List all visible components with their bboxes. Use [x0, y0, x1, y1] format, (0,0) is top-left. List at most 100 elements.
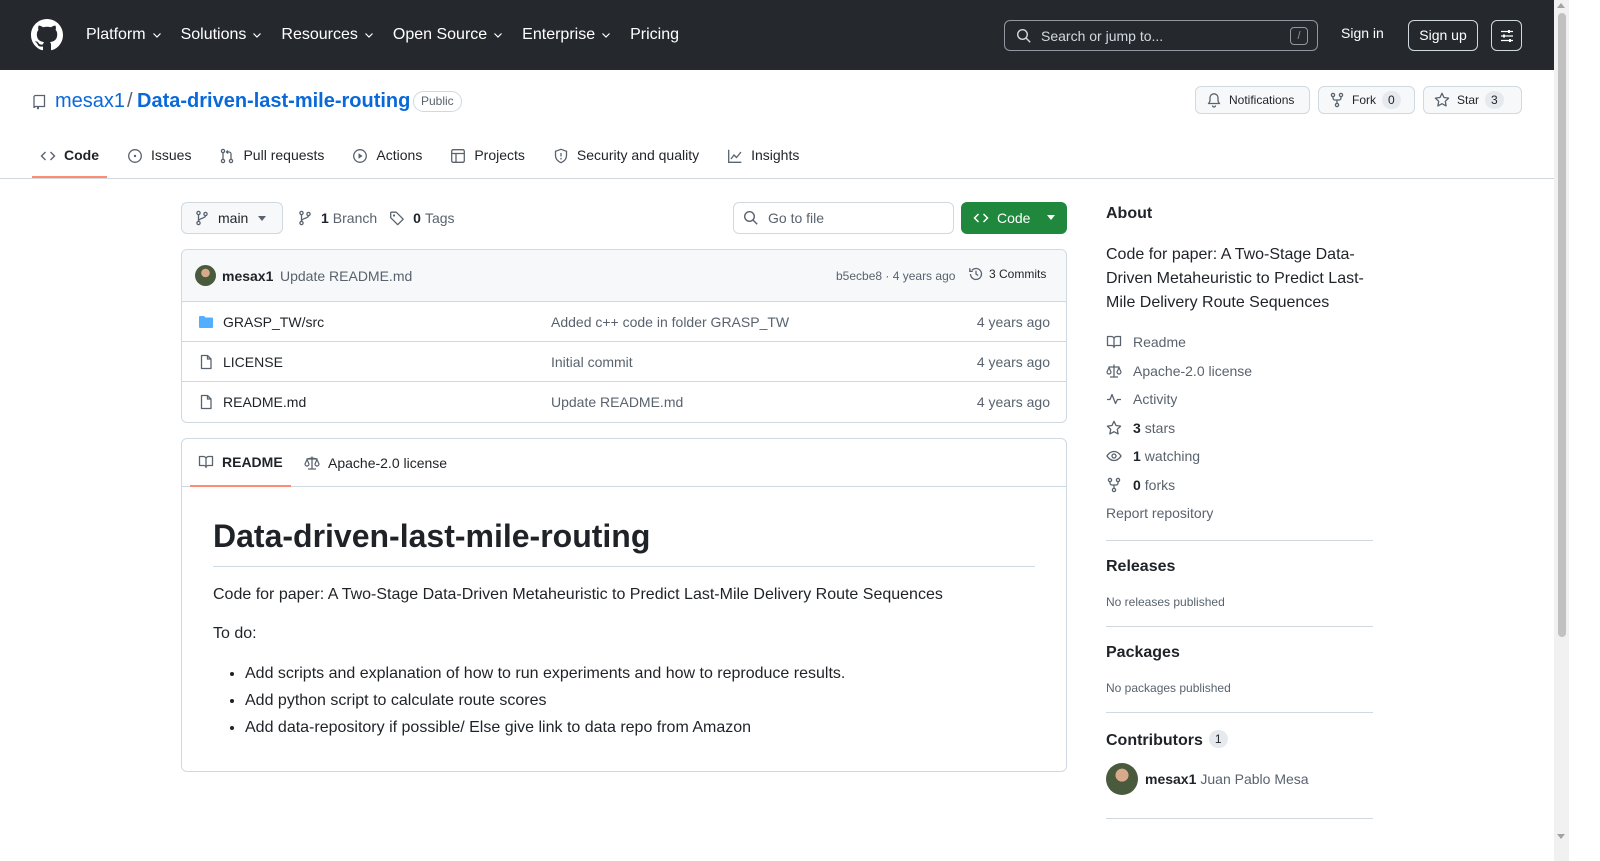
branches-link[interactable]: 1 Branch — [313, 210, 377, 226]
tags-link[interactable]: 0 Tags — [389, 210, 455, 226]
github-logo-icon[interactable] — [31, 19, 63, 51]
contributors-section: Contributors 1 mesax1 Juan Pablo Mesa — [1106, 711, 1373, 795]
nav-solutions[interactable]: Solutions — [181, 26, 264, 44]
scroll-down-arrow-icon[interactable] — [1557, 834, 1565, 839]
tab-code-label: Code — [64, 147, 99, 163]
caret-down-icon — [258, 216, 266, 221]
nav-resources[interactable]: Resources — [281, 26, 374, 44]
notifications-button[interactable]: Notifications — [1195, 86, 1310, 114]
nav-open-source-label: Open Source — [392, 26, 488, 43]
scroll-up-arrow-icon[interactable] — [1557, 3, 1565, 8]
commits-link[interactable]: 3 Commits — [968, 266, 1046, 282]
tab-license-label: Apache-2.0 license — [328, 455, 448, 471]
contributor-item[interactable]: mesax1 Juan Pablo Mesa — [1106, 762, 1373, 795]
about-description: Code for paper: A Two-Stage Data-Driven … — [1106, 246, 1364, 311]
menu-button[interactable] — [1491, 20, 1522, 51]
issue-icon — [128, 149, 142, 163]
readme-link[interactable]: Readme — [1106, 328, 1373, 357]
packages-empty: No packages published — [1106, 680, 1231, 695]
global-header: Platform Solutions Resources Open Source… — [0, 0, 1554, 70]
sidebar-divider — [1106, 817, 1373, 819]
scrollbar-thumb[interactable] — [1558, 13, 1566, 637]
file-name[interactable]: README.md — [223, 394, 306, 410]
code-dropdown-button[interactable]: Code — [961, 202, 1067, 234]
tab-pull-requests[interactable]: Pull requests — [211, 140, 332, 178]
nav-enterprise[interactable]: Enterprise — [522, 26, 612, 44]
tab-actions[interactable]: Actions — [344, 140, 430, 178]
avatar[interactable] — [195, 265, 216, 286]
contributors-title: Contributors — [1106, 731, 1203, 749]
eye-icon — [1106, 451, 1122, 462]
search-input[interactable]: Search or jump to... / — [1004, 20, 1318, 51]
releases-title[interactable]: Releases — [1106, 558, 1373, 576]
bell-icon — [1207, 93, 1221, 108]
table-row[interactable]: README.md Update README.md 4 years ago — [182, 382, 1066, 422]
list-item: Add scripts and explanation of how to ru… — [245, 660, 1035, 687]
file-name[interactable]: LICENSE — [223, 354, 283, 370]
branches-label: Branch — [332, 210, 378, 226]
stars-count: 3 — [1133, 419, 1141, 436]
go-to-file-input[interactable]: Go to file — [733, 202, 954, 234]
graph-icon — [728, 149, 742, 163]
file-commit-message[interactable]: Update README.md — [551, 394, 683, 410]
stars-label: stars — [1144, 419, 1176, 436]
star-button[interactable]: Star 3 — [1423, 86, 1522, 114]
branch-select[interactable]: main — [181, 202, 283, 234]
stars-link[interactable]: 3 stars — [1106, 414, 1373, 443]
nav-pricing[interactable]: Pricing — [630, 26, 679, 44]
about-links: Readme Apache-2.0 license Activity 3 star… — [1106, 328, 1373, 528]
tab-insights[interactable]: Insights — [719, 140, 807, 178]
file-table: mesax1 Update README.md b5ecbe8 · 4 year… — [181, 249, 1067, 423]
tab-license[interactable]: Apache-2.0 license — [304, 439, 447, 487]
avatar[interactable] — [1106, 762, 1138, 795]
caret-down-icon — [1047, 215, 1055, 220]
pull-request-icon — [221, 148, 234, 164]
packages-title[interactable]: Packages — [1106, 644, 1373, 662]
tab-projects[interactable]: Projects — [442, 140, 533, 178]
forks-link[interactable]: 0 forks — [1106, 471, 1373, 500]
history-icon — [969, 267, 983, 281]
tab-security[interactable]: Security and quality — [545, 140, 707, 178]
repo-owner-link[interactable]: mesax1 — [55, 90, 125, 113]
watching-link[interactable]: 1 watching — [1106, 442, 1373, 471]
forks-count: 0 — [1133, 476, 1141, 493]
contributor-login[interactable]: mesax1 — [1145, 771, 1196, 787]
file-commit-message[interactable]: Initial commit — [551, 354, 633, 370]
repo-separator: / — [127, 90, 133, 112]
nav-platform[interactable]: Platform — [86, 26, 163, 44]
fork-count: 0 — [1382, 91, 1401, 109]
file-commit-message[interactable]: Added c++ code in folder GRASP_TW — [551, 314, 789, 330]
tags-label: Tags — [424, 210, 455, 226]
readme-panel: README Apache-2.0 license Data-driven-la… — [181, 438, 1067, 772]
sign-up-button[interactable]: Sign up — [1408, 20, 1478, 51]
scrollbar[interactable] — [1554, 0, 1569, 861]
tab-issues[interactable]: Issues — [119, 140, 199, 178]
table-row[interactable]: GRASP_TW/src Added c++ code in folder GR… — [182, 302, 1066, 342]
activity-link[interactable]: Activity — [1106, 385, 1373, 414]
sign-in-link[interactable]: Sign in — [1341, 25, 1384, 41]
releases-empty: No releases published — [1106, 594, 1225, 609]
commit-meta[interactable]: b5ecbe8 · 4 years ago — [836, 269, 955, 283]
nav-open-source[interactable]: Open Source — [393, 26, 504, 44]
tab-readme[interactable]: README — [190, 439, 291, 487]
chevron-down-icon — [152, 33, 161, 38]
search-shortcut-badge: / — [1290, 27, 1308, 45]
report-repository-link[interactable]: Report repository — [1106, 499, 1373, 528]
repo-name-link[interactable]: Data-driven-last-mile-routing — [137, 90, 410, 113]
commit-author[interactable]: mesax1 — [222, 268, 273, 284]
chevron-down-icon — [364, 33, 373, 38]
commit-message[interactable]: Update README.md — [280, 268, 412, 284]
code-button-label: Code — [997, 210, 1031, 226]
search-icon — [1016, 28, 1031, 43]
fork-button[interactable]: Fork 0 — [1318, 86, 1415, 114]
fork-icon — [1330, 92, 1344, 108]
license-link[interactable]: Apache-2.0 license — [1106, 357, 1373, 386]
file-name[interactable]: GRASP_TW/src — [223, 314, 324, 330]
releases-section: Releases No releases published — [1106, 539, 1373, 609]
branch-tag-info: 1 Branch 0 Tags — [297, 210, 455, 226]
contributors-heading[interactable]: Contributors 1 — [1106, 729, 1373, 750]
commits-count: 3 Commits — [989, 267, 1047, 281]
tab-code[interactable]: Code — [32, 140, 107, 178]
table-row[interactable]: LICENSE Initial commit 4 years ago — [182, 342, 1066, 382]
tab-security-label: Security and quality — [576, 147, 700, 163]
